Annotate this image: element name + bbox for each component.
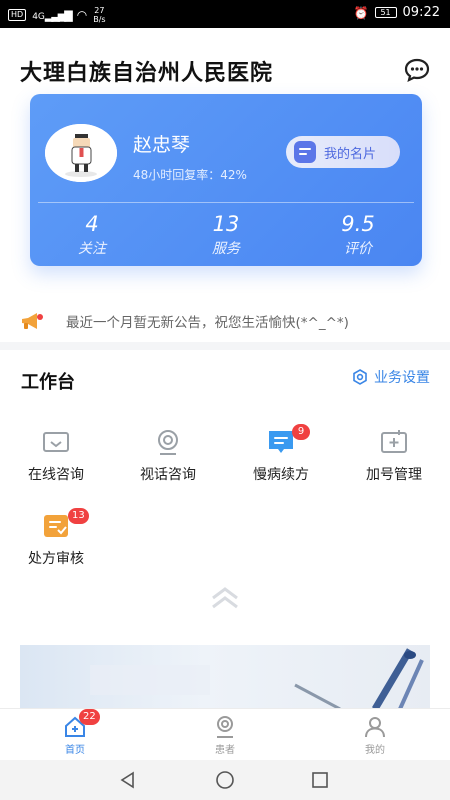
prescription-review-icon [44, 515, 68, 537]
tile-appointment-manage-label: 加号管理 [366, 467, 422, 483]
bottom-tab-bar: 22 首页 患者 我的 [0, 708, 450, 760]
patient-icon [217, 716, 233, 738]
medical-equipment-image [90, 648, 424, 709]
stat-follow[interactable]: 4 关注 [42, 212, 142, 258]
tile-prescription-review[interactable]: 13 处方审核 [1, 508, 111, 568]
nav-back-button[interactable] [118, 770, 138, 790]
card-icon [294, 141, 316, 163]
tile-online-consult-label: 在线咨询 [28, 467, 84, 483]
hospital-title: 大理白族自治州人民医院 [20, 61, 274, 86]
status-time: 09:22 [402, 5, 440, 20]
doctor-avatar-icon [45, 124, 117, 182]
back-triangle-icon [120, 771, 134, 789]
stat-rating-label: 评价 [344, 241, 372, 257]
tile-appointment-manage[interactable]: 加号管理 [339, 428, 449, 484]
status-bar: HD 4G▂▃▅▇ ◠ 27 B/s ⏰ 51 09:22 [0, 0, 450, 28]
nav-home-button[interactable] [215, 770, 235, 790]
workbench-title: 工作台 [21, 372, 75, 393]
tab-profile[interactable]: 我的 [335, 715, 415, 756]
system-navigation-bar [0, 760, 450, 800]
tab-patients-label: 患者 [215, 745, 235, 756]
chat-bubble-icon [404, 58, 430, 83]
recents-square-icon [312, 772, 328, 788]
signal-icon: 4G▂▃▅▇ [32, 8, 73, 22]
notice-bar[interactable]: 最近一个月暂无新公告，祝您生活愉快(*^_^*) [18, 310, 349, 332]
stat-rating-value: 9.5 [341, 212, 375, 236]
my-card-button[interactable]: 我的名片 [286, 136, 400, 168]
tab-profile-label: 我的 [365, 745, 385, 756]
section-divider [0, 342, 450, 350]
chat-button[interactable] [404, 58, 430, 83]
business-settings-button[interactable]: 业务设置 [352, 367, 430, 387]
stat-follow-value: 4 [85, 212, 99, 236]
card-divider [38, 202, 414, 203]
nav-recents-button[interactable] [310, 770, 330, 790]
profile-icon [365, 717, 385, 738]
gear-icon [353, 369, 367, 385]
collapse-button[interactable] [207, 584, 243, 612]
tab-home[interactable]: 22 首页 [35, 709, 115, 756]
tab-home-label: 首页 [65, 745, 85, 756]
tile-online-consult[interactable]: 在线咨询 [1, 428, 111, 484]
online-consult-icon [43, 432, 69, 452]
avatar[interactable] [45, 124, 117, 182]
review-rate: 48小时回复率：42% [133, 168, 247, 182]
alarm-icon: ⏰ [353, 5, 369, 20]
home-badge: 22 [79, 709, 100, 725]
tab-patients[interactable]: 患者 [185, 715, 265, 756]
stat-service-value: 13 [212, 212, 240, 236]
megaphone-icon [22, 313, 43, 329]
hd-indicator: HD [8, 9, 27, 21]
stat-service-label: 服务 [212, 241, 240, 257]
tile-video-consult-label: 视话咨询 [140, 467, 196, 483]
appointment-manage-icon [381, 430, 407, 453]
battery-indicator: 51 [374, 7, 397, 18]
notice-text: 最近一个月暂无新公告，祝您生活愉快(*^_^*) [66, 315, 349, 331]
video-consult-icon [158, 430, 178, 455]
chronic-renewal-badge: 9 [292, 424, 310, 440]
net-speed: 27 B/s [93, 6, 106, 24]
double-chevron-up-icon [212, 587, 238, 609]
prescription-review-badge: 13 [68, 508, 89, 524]
doctor-name: 赵忠琴 [133, 134, 191, 156]
tile-prescription-review-label: 处方审核 [28, 551, 84, 567]
home-circle-icon [216, 771, 234, 789]
stat-service[interactable]: 13 服务 [176, 212, 276, 258]
promo-banner[interactable] [20, 645, 430, 709]
doctor-profile-card[interactable]: 赵忠琴 48小时回复率：42% 我的名片 4 关注 13 服务 9.5 评价 [30, 94, 422, 266]
tile-video-consult[interactable]: 视话咨询 [113, 428, 223, 484]
tile-chronic-renewal-label: 慢病续方 [253, 467, 309, 483]
wifi-icon: ◠ [76, 8, 88, 22]
business-settings-label: 业务设置 [374, 370, 430, 386]
my-card-label: 我的名片 [324, 146, 377, 162]
stat-rating[interactable]: 9.5 评价 [308, 212, 408, 258]
tile-chronic-renewal[interactable]: 9 慢病续方 [226, 424, 336, 484]
stat-follow-label: 关注 [78, 241, 106, 257]
